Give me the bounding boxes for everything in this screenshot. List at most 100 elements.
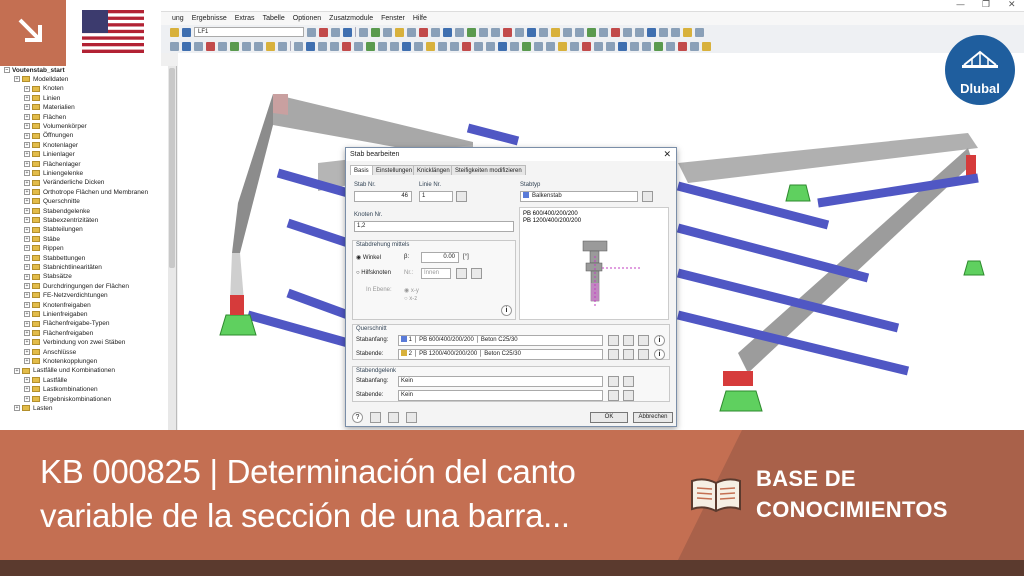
tree-item[interactable]: + Querschnitte: [24, 197, 80, 206]
menu-item[interactable]: ung: [172, 15, 184, 22]
menu-item[interactable]: Ergebnisse: [192, 15, 227, 22]
expand-icon[interactable]: +: [24, 236, 30, 243]
scrollbar-thumb[interactable]: [169, 68, 175, 268]
tree-item[interactable]: + Verbindung von zwei Stäben: [24, 338, 125, 347]
new-hinge-icon[interactable]: [608, 376, 619, 387]
tool-icon[interactable]: [443, 27, 452, 37]
tree-item[interactable]: + Durchdringungen der Flächen: [24, 282, 129, 291]
tool-icon[interactable]: [407, 27, 416, 37]
expand-icon[interactable]: +: [24, 330, 30, 337]
close-icon[interactable]: ✕: [1008, 0, 1016, 10]
tool-icon[interactable]: [414, 41, 423, 51]
tool-icon[interactable]: [438, 41, 447, 51]
section-library-icon[interactable]: [608, 335, 619, 346]
info-icon[interactable]: i: [654, 335, 665, 346]
tool-icon[interactable]: [170, 41, 179, 51]
expand-icon[interactable]: +: [24, 170, 30, 177]
tree-item[interactable]: + Knoten: [24, 84, 64, 93]
tool-icon[interactable]: [450, 41, 459, 51]
tool-icon[interactable]: [618, 41, 627, 51]
tree-item[interactable]: + Flächenlager: [24, 160, 81, 169]
menu-item[interactable]: Tabelle: [263, 15, 285, 22]
edit-section-icon[interactable]: [638, 335, 649, 346]
tree-item[interactable]: + Lastkombinationen: [24, 385, 98, 394]
tool-icon[interactable]: [690, 41, 699, 51]
expand-icon[interactable]: +: [24, 113, 30, 120]
tool-icon[interactable]: [527, 27, 536, 37]
tool-icon[interactable]: [474, 41, 483, 51]
expand-icon[interactable]: +: [24, 358, 30, 365]
tool-icon[interactable]: [695, 27, 704, 37]
stab-nr-field[interactable]: 46: [354, 191, 412, 202]
expand-icon[interactable]: +: [14, 76, 20, 83]
tool-icon[interactable]: [230, 41, 239, 51]
tool-icon[interactable]: [546, 41, 555, 51]
menu-item[interactable]: Hilfe: [413, 15, 427, 22]
tree-item[interactable]: + Flächenfreigaben: [24, 329, 93, 338]
tree-item[interactable]: + Stabteilungen: [24, 225, 83, 234]
linie-dropdown[interactable]: 1: [419, 191, 453, 202]
ok-button[interactable]: OK: [590, 412, 628, 423]
tool-icon[interactable]: [515, 27, 524, 37]
tool-icon[interactable]: [558, 41, 567, 51]
new-section-icon[interactable]: [623, 335, 634, 346]
expand-icon[interactable]: +: [14, 405, 20, 412]
hilfsknoten-radio[interactable]: ○ Hilfsknoten: [356, 270, 391, 276]
pick-node2-icon[interactable]: [471, 268, 482, 279]
tool-icon[interactable]: [678, 41, 687, 51]
tree-item[interactable]: + Knotenfreigaben: [24, 301, 91, 310]
tool-icon[interactable]: [294, 41, 303, 51]
tool-icon[interactable]: [342, 41, 351, 51]
tree-item[interactable]: + Flächen: [24, 113, 66, 122]
stabtyp-dropdown[interactable]: Balkenstab: [520, 191, 638, 202]
tool-icon[interactable]: [390, 41, 399, 51]
tool-icon[interactable]: [194, 41, 203, 51]
tree-item[interactable]: + Stabendgelenke: [24, 207, 90, 216]
expand-icon[interactable]: +: [24, 160, 30, 167]
tree-item[interactable]: + Lastfälle: [24, 376, 67, 385]
minimize-icon[interactable]: —: [956, 0, 965, 10]
tool-icon[interactable]: [402, 41, 411, 51]
expand-icon[interactable]: +: [24, 273, 30, 280]
tool-icon[interactable]: [330, 41, 339, 51]
tool-icon[interactable]: [206, 41, 215, 51]
menu-item[interactable]: Extras: [235, 15, 255, 22]
help-icon[interactable]: ?: [352, 412, 363, 423]
tool-icon[interactable]: [218, 41, 227, 51]
expand-icon[interactable]: +: [24, 142, 30, 149]
expand-icon[interactable]: +: [24, 283, 30, 290]
tool-icon[interactable]: [642, 41, 651, 51]
tool-icon[interactable]: [623, 27, 632, 37]
tree-item[interactable]: + Ergebniskombinationen: [24, 395, 111, 404]
tool-icon[interactable]: [343, 27, 352, 37]
expand-icon[interactable]: +: [24, 377, 30, 384]
tree-root[interactable]: − Voutenstab_start: [4, 66, 65, 75]
expand-icon[interactable]: +: [24, 189, 30, 196]
tool-icon[interactable]: [635, 27, 644, 37]
expand-icon[interactable]: +: [24, 207, 30, 214]
load-case-dropdown[interactable]: LF1: [194, 27, 304, 37]
tree-item[interactable]: + Modelldaten: [14, 75, 68, 84]
info-icon[interactable]: i: [501, 305, 512, 316]
section-end-dropdown[interactable]: 2 │ PB 1200/400/200/200 │ Beton C25/30: [398, 349, 603, 360]
tool-icon[interactable]: [307, 27, 316, 37]
expand-icon[interactable]: −: [4, 67, 10, 74]
expand-icon[interactable]: +: [24, 395, 30, 402]
tool-icon[interactable]: [654, 41, 663, 51]
expand-icon[interactable]: +: [24, 311, 30, 318]
tree-item[interactable]: + Linienfreigaben: [24, 310, 87, 319]
tool-icon[interactable]: [467, 27, 476, 37]
section-start-dropdown[interactable]: 1 │ PB 600/400/200/200 │ Beton C25/30: [398, 335, 603, 346]
expand-icon[interactable]: +: [24, 292, 30, 299]
tool-icon[interactable]: [491, 27, 500, 37]
new-section-icon[interactable]: [623, 349, 634, 360]
expand-icon[interactable]: +: [24, 348, 30, 355]
tree-item[interactable]: + Veränderliche Dicken: [24, 178, 104, 187]
tool-icon[interactable]: [479, 27, 488, 37]
tool-icon[interactable]: [594, 41, 603, 51]
tree-item[interactable]: + Orthotrope Flächen und Membranen: [24, 188, 148, 197]
tool-icon[interactable]: [431, 27, 440, 37]
tree-item[interactable]: + Stabexzentrizitäten: [24, 216, 98, 225]
tool-icon[interactable]: [522, 41, 531, 51]
expand-icon[interactable]: +: [24, 301, 30, 308]
